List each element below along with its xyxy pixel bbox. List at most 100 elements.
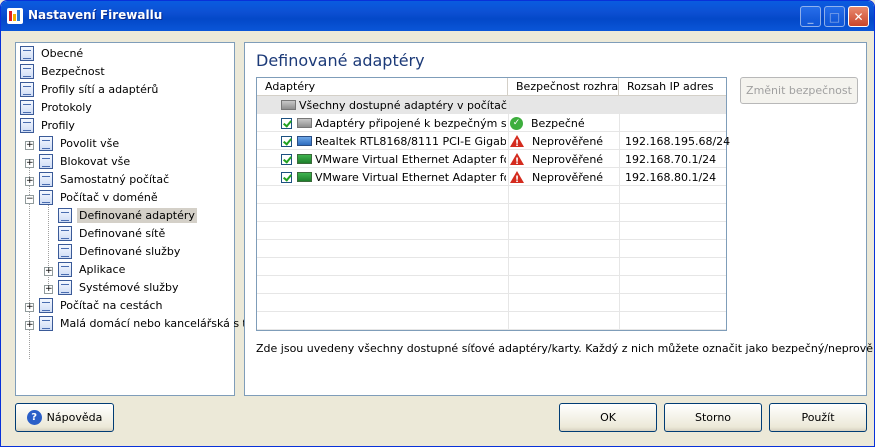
- page-icon: [39, 154, 53, 169]
- page-icon: [58, 280, 72, 295]
- page-icon: [20, 118, 34, 133]
- tree-item-bezpecnost[interactable]: Bezpečnost: [20, 63, 107, 80]
- security-status: Bezpečné: [531, 116, 585, 130]
- ip-cell: 192.168.80.1/24: [625, 170, 717, 184]
- settings-tree: Obecné Bezpečnost Profily sítí a adaptér…: [15, 42, 247, 396]
- pane-splitter[interactable]: [239, 42, 243, 396]
- tree-item-pocitac-v-domene[interactable]: Počítač v doméně: [39, 189, 160, 206]
- cancel-button[interactable]: Storno: [664, 403, 762, 432]
- tree-item-povolit-vse[interactable]: Povolit vše: [39, 135, 121, 152]
- table-row[interactable]: VMware Virtual Ethernet Adapter for ... …: [257, 168, 726, 186]
- description-text: Zde jsou uvedeny všechny dostupné síťové…: [256, 342, 875, 355]
- tree-item-obecne[interactable]: Obecné: [20, 45, 85, 62]
- ip-cell: 192.168.195.68/24: [625, 134, 731, 148]
- column-header-rozsah-ip[interactable]: Rozsah IP adres: [619, 78, 726, 96]
- group-cell: Všechny dostupné adaptéry v počítači: [281, 96, 510, 114]
- firewall-settings-window: Nastavení Firewallu _ □ ✕ Obecné Bezpečn…: [0, 0, 875, 447]
- change-security-button[interactable]: Změnit bezpečnost: [740, 77, 858, 104]
- empty-row: [257, 186, 726, 204]
- page-icon: [20, 46, 34, 61]
- group-label: Všechny dostupné adaptéry v počítači: [299, 98, 511, 112]
- title-bar[interactable]: Nastavení Firewallu _ □ ✕: [1, 1, 874, 31]
- tree-item-mala-domaci-sit[interactable]: Malá domácí nebo kancelářská síť: [39, 315, 249, 332]
- expand-samostatny-pocitac[interactable]: +: [25, 177, 34, 186]
- table-row[interactable]: VMware Virtual Ethernet Adapter for ... …: [257, 150, 726, 168]
- adapters-grid: Adaptéry Bezpečnost rozhraní Rozsah IP a…: [256, 77, 730, 331]
- avg-logo-icon: [7, 8, 23, 24]
- column-header-bezpecnost[interactable]: Bezpečnost rozhraní: [508, 78, 628, 96]
- close-button[interactable]: ✕: [848, 6, 869, 27]
- security-status: Neprověřené: [532, 170, 604, 184]
- expand-blokovat-vse[interactable]: +: [25, 159, 34, 168]
- tree-item-aplikace[interactable]: Aplikace: [58, 261, 127, 278]
- tree-item-definovane-site[interactable]: Definované sítě: [58, 225, 167, 242]
- page-icon: [58, 208, 72, 223]
- adapter-cell: VMware Virtual Ethernet Adapter for ...: [281, 150, 506, 168]
- expand-mala-domaci-sit[interactable]: +: [25, 321, 34, 330]
- network-adapter-icon: [297, 154, 312, 164]
- tree-item-label: Aplikace: [79, 263, 126, 276]
- tree-item-label: Definované služby: [79, 245, 181, 258]
- tree-item-profily-siti[interactable]: Profily sítí a adaptérů: [20, 81, 160, 98]
- tree-item-pocitac-na-cestach[interactable]: Počítač na cestách: [39, 297, 165, 314]
- window-title: Nastavení Firewallu: [28, 8, 163, 22]
- column-header-adaptery[interactable]: Adaptéry: [257, 78, 508, 96]
- tree-item-label: Profily sítí a adaptérů: [41, 83, 159, 96]
- expand-systemove-sluzby[interactable]: +: [44, 285, 53, 294]
- tree-item-definovane-sluzby[interactable]: Definované služby: [58, 243, 182, 260]
- tree-item-protokoly[interactable]: Protokoly: [20, 99, 94, 116]
- expand-pocitac-na-cestach[interactable]: +: [25, 303, 34, 312]
- tree-item-label: Samostatný počítač: [60, 173, 170, 186]
- row-checkbox[interactable]: [281, 171, 292, 183]
- empty-row: [257, 294, 726, 312]
- tree-item-label: Systémové služby: [79, 281, 179, 294]
- apply-button[interactable]: Použít: [769, 403, 867, 432]
- tree-item-blokovat-vse[interactable]: Blokovat vše: [39, 153, 132, 170]
- tree-item-label: Definované adaptéry: [77, 208, 197, 223]
- page-icon: [58, 226, 72, 241]
- minimize-button[interactable]: _: [800, 6, 821, 27]
- tree-item-profily[interactable]: Profily: [20, 117, 77, 134]
- collapse-pocitac-v-domene[interactable]: −: [25, 195, 34, 204]
- network-adapter-icon: [281, 100, 296, 110]
- tree-item-systemove-sluzby[interactable]: Systémové služby: [58, 279, 181, 296]
- security-cell: Neprověřené: [510, 150, 603, 168]
- page-icon: [58, 244, 72, 259]
- ok-check-icon: ✓: [510, 116, 523, 130]
- tree-item-label: Povolit vše: [60, 137, 120, 150]
- adapter-cell: Adaptéry připojené k bezpečným sítím: [281, 114, 506, 132]
- empty-row: [257, 258, 726, 276]
- row-checkbox[interactable]: [281, 153, 292, 165]
- warning-icon: [510, 135, 524, 150]
- security-status: Neprověřené: [532, 152, 604, 166]
- column-separator: [619, 96, 620, 330]
- page-icon: [20, 100, 34, 115]
- row-checkbox[interactable]: [281, 135, 292, 147]
- empty-row: [257, 222, 726, 240]
- tree-item-definovane-adaptery[interactable]: Definované adaptéry: [58, 207, 197, 224]
- network-adapter-icon: [297, 136, 312, 146]
- page-icon: [39, 190, 53, 205]
- row-checkbox[interactable]: [281, 117, 292, 129]
- expand-aplikace[interactable]: +: [44, 267, 53, 276]
- page-icon: [39, 136, 53, 151]
- tree-item-label: Malá domácí nebo kancelářská síť: [60, 317, 247, 330]
- tree-item-label: Protokoly: [41, 101, 92, 114]
- table-row[interactable]: Adaptéry připojené k bezpečným sítím ✓ B…: [257, 114, 726, 132]
- page-icon: [58, 262, 72, 277]
- page-icon: [39, 298, 53, 313]
- adapter-name: Realtek RTL8168/8111 PCI-E Gigabit ...: [315, 134, 506, 148]
- adapter-name: VMware Virtual Ethernet Adapter for ...: [315, 152, 506, 166]
- empty-row: [257, 240, 726, 258]
- maximize-button[interactable]: □: [824, 6, 845, 27]
- expand-povolit-vse[interactable]: +: [25, 141, 34, 150]
- ok-button[interactable]: OK: [559, 403, 657, 432]
- warning-icon: [510, 153, 524, 168]
- table-row[interactable]: Realtek RTL8168/8111 PCI-E Gigabit ... N…: [257, 132, 730, 150]
- column-separator: [508, 96, 509, 330]
- group-row[interactable]: Všechny dostupné adaptéry v počítači: [257, 96, 726, 114]
- empty-row: [257, 276, 726, 294]
- tree-item-samostatny-pocitac[interactable]: Samostatný počítač: [39, 171, 171, 188]
- help-button[interactable]: ? Nápověda: [15, 403, 114, 432]
- content-pane: Definované adaptéry Adaptéry Bezpečnost …: [244, 42, 874, 396]
